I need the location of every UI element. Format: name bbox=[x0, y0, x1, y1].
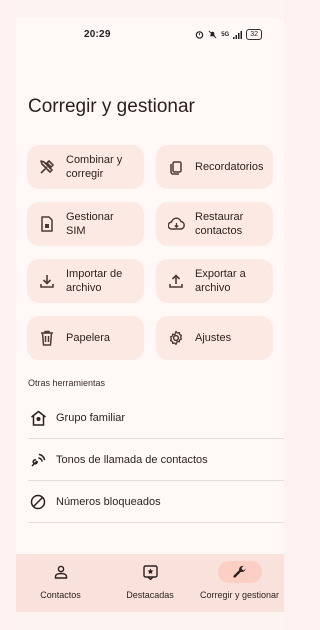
nav-fix-manage[interactable]: Corregir y gestionar bbox=[195, 554, 284, 612]
block-icon bbox=[28, 494, 48, 510]
nav-contacts[interactable]: Contactos bbox=[16, 554, 105, 612]
app-window: 20:29 5G 32 Corregir y gestionar Combina… bbox=[16, 18, 284, 612]
nav-label: Contactos bbox=[40, 590, 81, 600]
signal-label: 5G bbox=[221, 31, 230, 38]
import-file-button[interactable]: Importar de archivo bbox=[27, 259, 144, 303]
action-label: Importar de archivo bbox=[66, 268, 123, 294]
action-label: Restaurar contactos bbox=[195, 211, 244, 237]
action-label: Gestionar SIM bbox=[66, 211, 114, 237]
other-tools-list: Grupo familiar Tonos de llamada de conta… bbox=[28, 397, 284, 523]
action-label: Combinar y corregir bbox=[66, 154, 123, 180]
wrench-icon bbox=[217, 561, 262, 583]
combine-fix-button[interactable]: Combinar y corregir bbox=[27, 145, 144, 189]
battery-indicator: 32 bbox=[246, 29, 262, 40]
settings-icon bbox=[166, 328, 186, 348]
reminders-button[interactable]: Recordatorios bbox=[156, 145, 273, 189]
action-label: Ajustes bbox=[195, 332, 232, 344]
star-icon bbox=[128, 561, 172, 583]
actions-grid: Combinar y corregir Recordatorios Gestio… bbox=[27, 145, 273, 360]
ringtone-icon bbox=[28, 452, 48, 468]
manage-sim-button[interactable]: Gestionar SIM bbox=[27, 202, 144, 246]
section-other-tools: Otras herramientas bbox=[28, 378, 106, 388]
restore-contacts-button[interactable]: Restaurar contactos bbox=[156, 202, 273, 246]
copy-icon bbox=[166, 157, 186, 177]
contact-ringtones-item[interactable]: Tonos de llamada de contactos bbox=[28, 439, 284, 481]
signal-icon bbox=[233, 30, 243, 39]
list-item-label: Números bloqueados bbox=[56, 495, 161, 508]
blocked-numbers-item[interactable]: Números bloqueados bbox=[28, 481, 284, 523]
list-item-label: Grupo familiar bbox=[56, 411, 126, 424]
status-icons: 5G 32 bbox=[195, 29, 262, 40]
list-item-label: Tonos de llamada de contactos bbox=[56, 453, 208, 466]
action-label: Exportar a archivo bbox=[195, 268, 246, 294]
export-file-button[interactable]: Exportar a archivo bbox=[156, 259, 273, 303]
action-label: Recordatorios bbox=[195, 161, 264, 173]
nav-favorites[interactable]: Destacadas bbox=[106, 554, 195, 612]
upload-icon bbox=[166, 271, 186, 291]
status-time: 20:29 bbox=[84, 29, 111, 40]
settings-button[interactable]: Ajustes bbox=[156, 316, 273, 360]
nav-label: Destacadas bbox=[126, 590, 174, 600]
family-home-icon bbox=[28, 410, 48, 426]
bottom-navigation: Contactos Destacadas Corregir y gestiona… bbox=[16, 554, 284, 612]
download-icon bbox=[37, 271, 57, 291]
nav-label: Corregir y gestionar bbox=[199, 590, 280, 600]
sim-icon bbox=[37, 214, 57, 234]
tools-icon bbox=[37, 157, 57, 177]
trash-icon bbox=[37, 328, 57, 348]
family-group-item[interactable]: Grupo familiar bbox=[28, 397, 284, 439]
cloud-download-icon bbox=[166, 214, 186, 234]
person-icon bbox=[39, 561, 83, 583]
status-bar: 20:29 5G 32 bbox=[16, 26, 284, 46]
page-title: Corregir y gestionar bbox=[28, 96, 195, 117]
mute-icon bbox=[208, 30, 217, 39]
trash-button[interactable]: Papelera bbox=[27, 316, 144, 360]
alarm-icon bbox=[195, 30, 204, 39]
action-label: Papelera bbox=[66, 332, 111, 344]
